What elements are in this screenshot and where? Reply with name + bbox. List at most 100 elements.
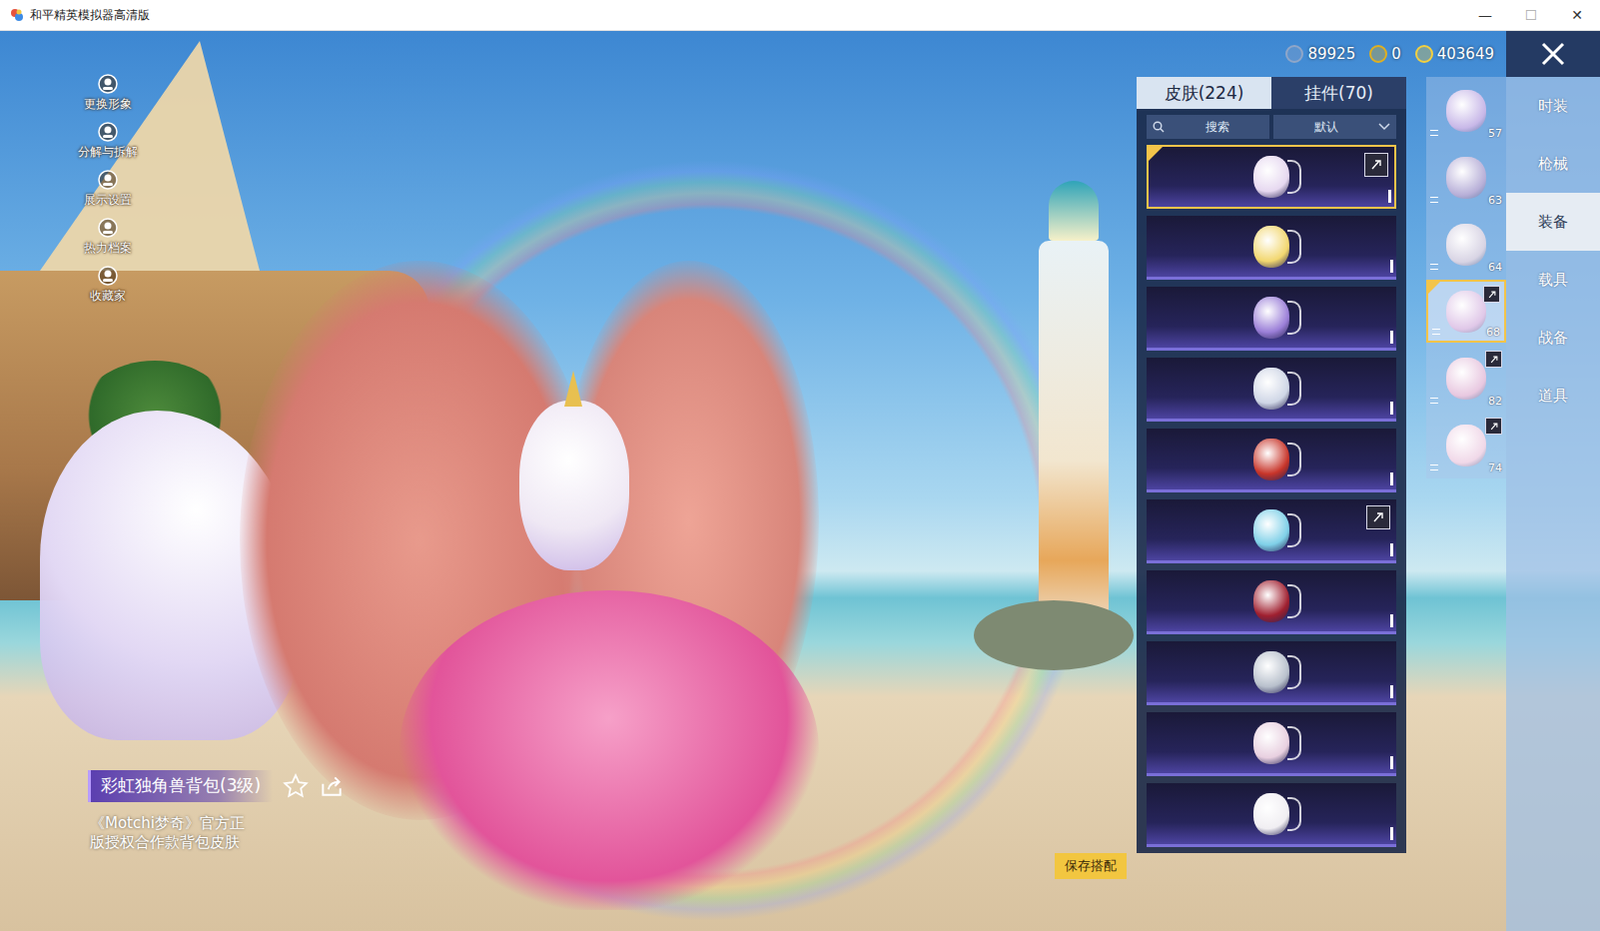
chevron-down-icon	[1378, 122, 1391, 131]
rarity-mark	[1390, 826, 1394, 840]
rarity-mark	[1390, 614, 1394, 628]
side-menu-item[interactable]: 分解与拆解	[77, 120, 138, 161]
category-item[interactable]: 装备	[1506, 192, 1600, 251]
ship-sail	[39, 40, 260, 271]
selected-check-icon	[1428, 281, 1441, 294]
rarity-mark	[1390, 401, 1394, 415]
coin-icon	[1415, 44, 1434, 63]
category-item[interactable]: 载具	[1506, 250, 1600, 309]
character-dress	[399, 590, 819, 910]
level-thumb[interactable]: 57	[1426, 78, 1507, 142]
currency-bar: 899250403649	[1136, 30, 1507, 77]
menu-icon	[96, 168, 119, 191]
window-control-button[interactable]: ☐	[1508, 0, 1555, 30]
coin-icon	[1285, 44, 1304, 63]
selected-check-icon	[1148, 146, 1163, 161]
backpack-icon	[1253, 155, 1290, 198]
window-control-button[interactable]: ✕	[1554, 0, 1600, 30]
effect-badge-icon	[1485, 350, 1503, 368]
equals-icon	[1430, 397, 1439, 404]
currency: 0	[1369, 44, 1402, 63]
equals-icon	[1430, 129, 1439, 136]
item-icon	[1446, 156, 1487, 199]
level-thumb[interactable]: 74	[1426, 413, 1507, 477]
scene-view: 更换形象分解与拆解展示设置热力档案收藏家彩虹独角兽背包(3级)《Motchi梦奇…	[0, 30, 1137, 931]
rarity-mark	[1390, 685, 1394, 699]
tab[interactable]: 挂件(70)	[1271, 76, 1407, 109]
inventory-area: 899250403649皮肤(224)挂件(70)搜索默认57636468827…	[1136, 30, 1507, 931]
favorite-star-icon[interactable]	[282, 773, 309, 800]
side-menu: 更换形象分解与拆解展示设置热力档案收藏家	[77, 72, 138, 305]
effect-badge-icon	[1485, 417, 1503, 435]
equals-icon	[1430, 464, 1439, 471]
backpack-icon	[1253, 225, 1290, 268]
side-menu-item[interactable]: 展示设置	[83, 168, 132, 209]
tab[interactable]: 皮肤(224)	[1136, 76, 1272, 109]
close-button[interactable]	[1506, 30, 1600, 77]
equals-icon	[1430, 196, 1439, 203]
skin-card[interactable]	[1146, 144, 1397, 209]
window-title: 和平精英模拟器高清版	[29, 6, 150, 24]
level-thumb[interactable]: 63	[1426, 145, 1507, 209]
category-item[interactable]: 战备	[1506, 308, 1600, 367]
equals-icon	[1430, 263, 1439, 270]
share-icon[interactable]	[318, 773, 345, 800]
equals-icon	[1432, 328, 1441, 335]
side-menu-item[interactable]: 热力档案	[83, 216, 132, 257]
rarity-mark	[1390, 756, 1394, 770]
side-menu-item[interactable]: 更换形象	[83, 72, 132, 113]
lighthouse	[1038, 240, 1109, 641]
rarity-mark	[1390, 330, 1394, 344]
game-screen: 更换形象分解与拆解展示设置热力档案收藏家彩虹独角兽背包(3级)《Motchi梦奇…	[0, 30, 1600, 931]
backpack-icon	[1253, 438, 1290, 481]
save-outfit-button[interactable]: 保存搭配	[1054, 852, 1127, 879]
skin-card[interactable]	[1146, 357, 1397, 422]
effect-badge-icon	[1483, 285, 1501, 303]
level-thumb[interactable]: 82	[1426, 346, 1507, 410]
side-menu-item[interactable]: 收藏家	[89, 264, 126, 305]
currency: 89925	[1285, 44, 1356, 63]
skin-card[interactable]	[1146, 215, 1397, 280]
backpack-icon	[1253, 367, 1290, 410]
category-item[interactable]: 时装	[1506, 76, 1600, 135]
skin-card[interactable]	[1146, 286, 1397, 351]
skin-card[interactable]	[1146, 428, 1397, 493]
coin-icon	[1369, 44, 1388, 63]
backpack-icon	[1253, 651, 1290, 694]
skin-card[interactable]	[1146, 641, 1397, 706]
search-field[interactable]: 搜索	[1146, 114, 1270, 139]
sort-dropdown[interactable]: 默认	[1273, 114, 1397, 139]
rarity-mark	[1390, 543, 1394, 557]
skin-card[interactable]	[1146, 570, 1397, 635]
backpack-icon	[1253, 793, 1290, 835]
level-thumb[interactable]: 68	[1426, 279, 1507, 343]
rarity-mark	[1390, 259, 1394, 273]
rarity-mark	[1388, 189, 1392, 203]
rarity-mark	[1390, 472, 1394, 486]
rock	[973, 600, 1134, 671]
menu-icon	[96, 120, 119, 143]
category-item[interactable]: 道具	[1506, 366, 1600, 425]
category-item[interactable]: 枪械	[1506, 134, 1600, 193]
item-icon	[1446, 89, 1487, 132]
close-icon	[1539, 39, 1568, 68]
effect-badge-icon	[1366, 505, 1391, 530]
emulator-window: 和平精英模拟器高清版 —☐✕ 更换形象分解与拆解展示设置热力档案收藏家彩虹独角兽背包…	[0, 0, 1600, 931]
equipped-level-list: 576364688274	[1426, 76, 1507, 479]
app-logo-icon	[9, 7, 24, 22]
unicorn-backpack	[519, 400, 630, 571]
item-icon	[1446, 357, 1487, 400]
skin-card[interactable]	[1146, 783, 1397, 847]
level-thumb[interactable]: 64	[1426, 212, 1507, 276]
backpack-icon	[1253, 509, 1290, 552]
tab-bar: 皮肤(224)挂件(70)	[1136, 76, 1407, 109]
menu-icon	[96, 264, 119, 287]
search-icon	[1152, 120, 1165, 133]
skin-card[interactable]	[1146, 499, 1397, 564]
skin-card[interactable]	[1146, 712, 1397, 777]
item-icon	[1446, 424, 1487, 467]
window-control-button[interactable]: —	[1462, 0, 1509, 30]
item-info: 彩虹独角兽背包(3级)《Motchi梦奇》官方正版授权合作款背包皮肤	[87, 770, 448, 852]
skin-list	[1136, 144, 1407, 847]
menu-icon	[96, 72, 119, 95]
